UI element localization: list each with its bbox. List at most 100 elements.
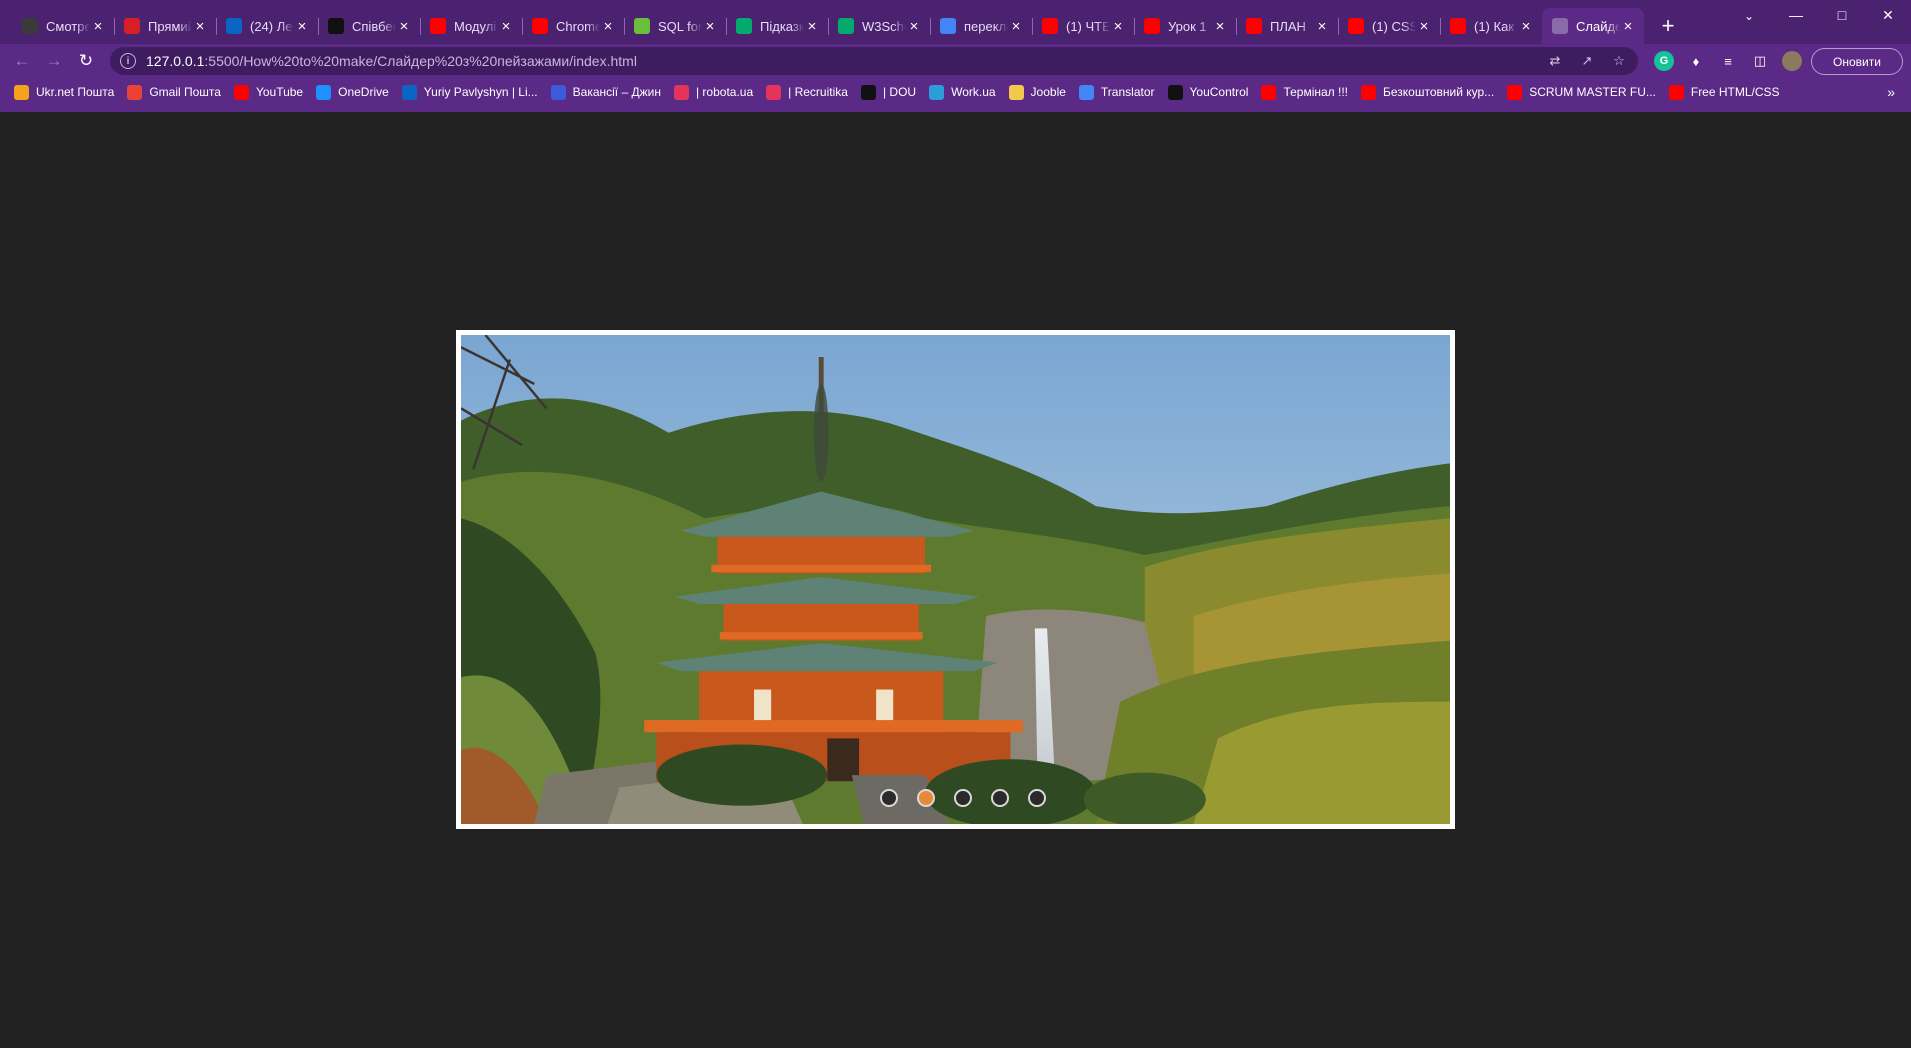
browser-toolbar: ← → ↻ i 127.0.0.1:5500/How%20to%20make/С… [0, 44, 1911, 78]
minimize-icon[interactable]: — [1773, 0, 1819, 30]
tab-close-icon[interactable]: × [1416, 18, 1432, 35]
tab-title: Chrome [556, 18, 600, 34]
tab-close-icon[interactable]: × [600, 18, 616, 35]
youtube-icon [1668, 84, 1684, 100]
tab-5[interactable]: Chrome × [522, 8, 624, 44]
bookmark-item[interactable]: | Recruitika [766, 84, 848, 100]
recruitika-icon [766, 84, 782, 100]
extensions-puzzle-icon[interactable]: ♦ [1686, 51, 1706, 71]
tab-title: Модулі [454, 18, 497, 34]
tab-9[interactable]: переклад× [930, 8, 1032, 44]
url-path: :5500/How%20to%20make/Слайдер%20з%20пейз… [204, 53, 637, 69]
bookmark-label: Yuriy Pavlyshyn | Li... [423, 85, 538, 99]
bookmark-item[interactable]: SCRUM MASTER FU... [1507, 84, 1656, 100]
grammarly-icon[interactable]: G [1654, 51, 1674, 71]
tab-13[interactable]: (1) CSS × [1338, 8, 1440, 44]
tab-close-icon[interactable]: × [1110, 18, 1126, 35]
tab-title: SQL for [658, 18, 702, 34]
google-icon [1078, 84, 1094, 100]
back-arrow-icon[interactable]: ← [6, 47, 38, 75]
close-window-icon[interactable]: ✕ [1865, 0, 1911, 30]
linkedin-icon [401, 84, 417, 100]
youcontrol-icon [1167, 84, 1183, 100]
tab-6[interactable]: SQL for × [624, 8, 726, 44]
tab-close-icon[interactable]: × [804, 18, 820, 35]
tab-close-icon[interactable]: × [1212, 18, 1228, 35]
tab-11[interactable]: Урок 1 × [1134, 8, 1236, 44]
tab-close-icon[interactable]: × [90, 18, 106, 35]
profile-avatar-icon[interactable] [1782, 51, 1802, 71]
new-tab-button[interactable]: + [1650, 8, 1686, 44]
bookmark-item[interactable]: Translator [1078, 84, 1155, 100]
tab-title: Урок 1 [1168, 18, 1207, 34]
bookmark-item[interactable]: | robota.ua [673, 84, 753, 100]
tab-close-icon[interactable]: × [498, 18, 514, 35]
bookmark-label: YouControl [1189, 85, 1249, 99]
bookmark-label: | DOU [882, 85, 917, 99]
bookmarks-overflow-icon[interactable]: » [1887, 80, 1895, 104]
tab-close-icon[interactable]: × [1518, 18, 1534, 35]
bookmark-item[interactable]: OneDrive [316, 84, 389, 100]
dou-icon [328, 18, 344, 34]
page-viewport [0, 112, 1911, 1048]
bookmark-item[interactable]: Free HTML/CSS [1668, 84, 1780, 100]
bookmark-item[interactable]: Gmail Пошта [127, 84, 221, 100]
bookmark-item[interactable]: Yuriy Pavlyshyn | Li... [401, 84, 538, 100]
bookmark-item[interactable]: Ukr.net Пошта [14, 84, 114, 100]
slider-dot-5[interactable] [1027, 789, 1046, 807]
tab-14[interactable]: (1) Как × [1440, 8, 1542, 44]
tab-2[interactable]: (24) Лента× [216, 8, 318, 44]
tab-1[interactable]: Прямий × [114, 8, 216, 44]
bookmark-item[interactable]: YouTube [233, 84, 304, 100]
tab-close-icon[interactable]: × [396, 18, 412, 35]
youtube-icon [430, 18, 446, 34]
youtube-icon [1507, 84, 1523, 100]
bookmark-item[interactable]: Термінал !!! [1261, 84, 1348, 100]
bookmark-item[interactable]: YouControl [1167, 84, 1249, 100]
tab-4[interactable]: Модулі × [420, 8, 522, 44]
update-button[interactable]: Оновити [1811, 48, 1903, 75]
tab-close-icon[interactable]: × [1314, 18, 1330, 35]
bookmark-label: Free HTML/CSS [1690, 85, 1780, 99]
reading-list-icon[interactable]: ≡ [1718, 51, 1738, 71]
tab-close-icon[interactable]: × [294, 18, 310, 35]
tab-close-icon[interactable]: × [906, 18, 922, 35]
site-info-icon[interactable]: i [120, 53, 136, 69]
bookmark-item[interactable]: Jooble [1008, 84, 1066, 100]
tab-close-icon[interactable]: × [702, 18, 718, 35]
slider-dot-4[interactable] [990, 789, 1009, 807]
djinni-icon [550, 84, 566, 100]
slider-dot-2[interactable] [916, 789, 935, 807]
translate-icon[interactable]: ⇄ [1546, 52, 1564, 70]
tab-8[interactable]: W3Schools× [828, 8, 930, 44]
address-bar[interactable]: i 127.0.0.1:5500/How%20to%20make/Слайдер… [110, 47, 1638, 75]
tab-15[interactable]: Слайдер× [1542, 8, 1644, 44]
side-panel-icon[interactable]: ◫ [1750, 51, 1770, 71]
tab-strip: Смотреть×Прямий×(24) Лента×Співбесіда×Мо… [0, 0, 1911, 44]
youtube-icon [1361, 84, 1376, 100]
tab-close-icon[interactable]: × [1620, 18, 1636, 35]
bookmark-item[interactable]: Вакансії – Джин [550, 84, 661, 100]
tab-7[interactable]: Підказки× [726, 8, 828, 44]
forward-arrow-icon[interactable]: → [38, 47, 70, 75]
bookmark-item[interactable]: Безкоштовний кур... [1361, 84, 1494, 100]
tab-search-chevron-icon[interactable]: ⌄ [1737, 4, 1761, 28]
reload-icon[interactable]: ↻ [70, 47, 102, 75]
maximize-icon[interactable]: □ [1819, 0, 1865, 30]
bookmark-item[interactable]: Work.ua [929, 84, 996, 100]
channel-24-icon [124, 18, 140, 34]
tab-0[interactable]: Смотреть× [12, 8, 114, 44]
slider-dot-3[interactable] [953, 789, 972, 807]
tab-10[interactable]: (1) ЧТЕНИЕ× [1032, 8, 1134, 44]
tab-close-icon[interactable]: × [1008, 18, 1024, 35]
bookmark-label: YouTube [255, 85, 304, 99]
share-icon[interactable]: ↗ [1578, 52, 1596, 70]
slider-dot-1[interactable] [879, 789, 898, 807]
tab-12[interactable]: ПЛАН × [1236, 8, 1338, 44]
bookmark-star-icon[interactable]: ☆ [1610, 52, 1628, 70]
tab-3[interactable]: Співбесіда× [318, 8, 420, 44]
youtube-icon [1144, 18, 1160, 34]
bookmark-item[interactable]: | DOU [860, 84, 917, 100]
tab-close-icon[interactable]: × [192, 18, 208, 35]
youtube-icon [233, 84, 249, 100]
